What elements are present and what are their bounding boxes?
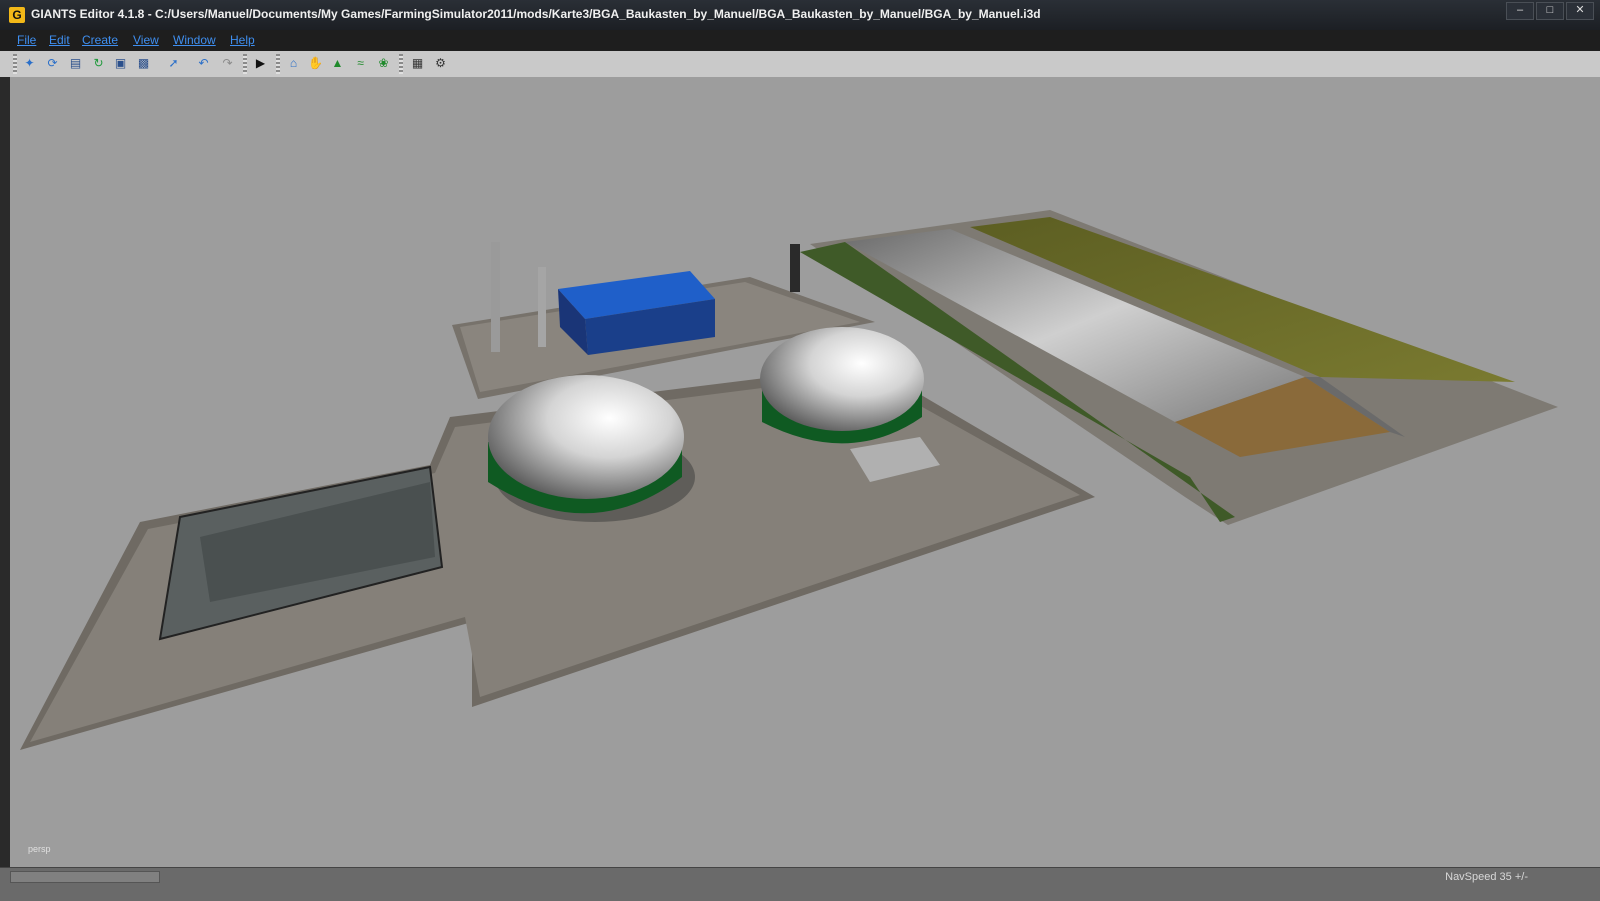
minimize-icon[interactable]: –	[1506, 2, 1534, 20]
maximize-icon[interactable]: □	[1536, 2, 1564, 20]
redo-icon[interactable]: ↷	[218, 54, 237, 73]
menu-help[interactable]: Help	[230, 33, 255, 47]
3d-viewport[interactable]: persp	[10, 77, 1600, 867]
save-as-icon[interactable]: ▩	[134, 54, 153, 73]
close-icon[interactable]: ✕	[1566, 2, 1594, 20]
open-icon[interactable]: ⟳	[43, 54, 62, 73]
home-icon[interactable]: ⌂	[284, 54, 303, 73]
toolbar-grip[interactable]	[13, 54, 17, 74]
menu-window[interactable]: Window	[173, 33, 216, 47]
toolbar-grip[interactable]	[399, 54, 403, 74]
menu-create[interactable]: Create	[82, 33, 118, 47]
refresh-icon[interactable]: ↻	[89, 54, 108, 73]
title-bar: G GIANTS Editor 4.1.8 - C:/Users/Manuel/…	[0, 0, 1600, 30]
toolbar-grip[interactable]	[276, 54, 280, 74]
dock-edge	[0, 77, 10, 867]
undo-icon[interactable]: ↶	[194, 54, 213, 73]
menu-view[interactable]: View	[133, 33, 159, 47]
grab-icon[interactable]: ✋	[306, 54, 325, 73]
terrain-smooth-icon[interactable]: ≈	[351, 54, 370, 73]
paint-foliage-icon[interactable]: ❀	[374, 54, 393, 73]
digester-tank-right	[760, 327, 924, 444]
document-icon[interactable]: ▤	[66, 54, 85, 73]
app-logo-icon: G	[9, 7, 25, 23]
menu-file[interactable]: File	[17, 33, 36, 47]
nav-speed-readout: NavSpeed 35 +/-	[1445, 871, 1528, 883]
terrain-up-icon[interactable]: ▲	[328, 54, 347, 73]
grid-icon[interactable]: ▦	[408, 54, 427, 73]
play-icon[interactable]: ▶	[251, 54, 270, 73]
window-controls: – □ ✕	[1506, 2, 1594, 20]
menu-bar: File Edit Create View Window Help	[0, 30, 1600, 52]
new-icon[interactable]: ✦	[20, 54, 39, 73]
progress-indicator	[10, 871, 160, 883]
menu-edit[interactable]: Edit	[49, 33, 70, 47]
toolbar: ✦ ⟳ ▤ ↻ ▣ ▩ ➚ ↶ ↷ ▶ ⌂ ✋ ▲ ≈ ❀ ▦ ⚙	[0, 51, 1600, 78]
save-icon[interactable]: ▣	[111, 54, 130, 73]
settings-icon[interactable]: ⚙	[431, 54, 450, 73]
status-bar: NavSpeed 35 +/-	[0, 867, 1600, 901]
camera-label: persp	[28, 844, 51, 854]
scene-render	[20, 210, 1558, 750]
toolbar-grip[interactable]	[243, 54, 247, 74]
window-title: GIANTS Editor 4.1.8 - C:/Users/Manuel/Do…	[31, 7, 1041, 21]
import-icon[interactable]: ➚	[164, 54, 183, 73]
